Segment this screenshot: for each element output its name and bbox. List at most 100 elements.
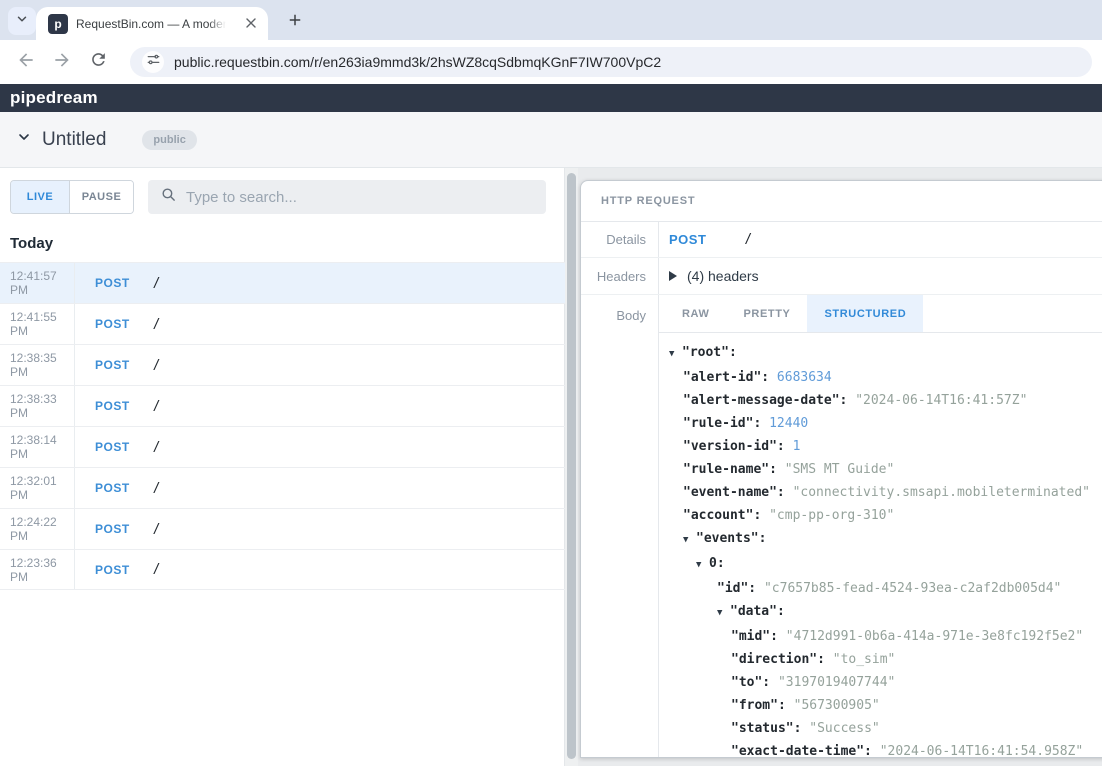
request-method: POST (95, 317, 130, 331)
json-key: "status": (731, 721, 801, 736)
list-scrollbar[interactable] (565, 168, 578, 766)
browser-toolbar: public.requestbin.com/r/en263ia9mmd3k/2h… (0, 40, 1102, 84)
request-time: 12:24:22 PM (0, 509, 75, 549)
back-arrow-icon (16, 50, 36, 75)
request-path: / (153, 399, 161, 414)
collapse-arrow-icon[interactable]: ▼ (669, 343, 682, 366)
request-path: / (153, 276, 161, 291)
bin-title[interactable]: Untitled (42, 129, 106, 151)
json-line: "exact-date-time": "2024-06-14T16:41:54.… (669, 740, 1102, 757)
json-line: "alert-message-date": "2024-06-14T16:41:… (669, 389, 1102, 412)
json-value: 12440 (769, 416, 808, 431)
json-value: "connectivity.smsapi.mobileterminated" (793, 485, 1090, 500)
body-row: Body RAW PRETTY STRUCTURED ▼"root": "aler… (581, 295, 1102, 757)
request-row[interactable]: 12:38:14 PMPOST/ (0, 426, 565, 467)
request-time: 12:23:36 PM (0, 550, 75, 589)
pipedream-logo[interactable]: pipedream (10, 88, 98, 108)
json-key: "rule-id": (683, 416, 761, 431)
json-key: "account": (683, 508, 761, 523)
json-line: "rule-id": 12440 (669, 412, 1102, 435)
json-line: "direction": "to_sim" (669, 648, 1102, 671)
pause-button[interactable]: PAUSE (69, 181, 133, 213)
json-key: "events": (696, 531, 766, 546)
body-label: Body (581, 295, 659, 757)
collapse-arrow-icon[interactable]: ▼ (696, 554, 709, 577)
back-button[interactable] (10, 46, 42, 78)
forward-button[interactable] (46, 46, 78, 78)
search-input[interactable]: Type to search... (148, 180, 546, 214)
json-value: "SMS MT Guide" (785, 462, 895, 477)
browser-tab-strip: p RequestBin.com — A modern re (0, 0, 1102, 40)
json-key: "rule-name": (683, 462, 777, 477)
json-line: ▼"root": (669, 341, 1102, 366)
triangle-right-icon (669, 271, 677, 281)
request-row[interactable]: 12:24:22 PMPOST/ (0, 508, 565, 549)
request-list-panel: LIVE PAUSE Type to search... Today 12:41… (0, 168, 565, 766)
json-value: "2024-06-14T16:41:57Z" (855, 393, 1027, 408)
scrollbar-thumb[interactable] (567, 173, 576, 759)
json-key: "from": (731, 698, 786, 713)
tab-search-button[interactable] (8, 7, 36, 35)
json-line: "from": "567300905" (669, 694, 1102, 717)
headers-row: Headers (4) headers (581, 258, 1102, 295)
request-time: 12:38:35 PM (0, 345, 75, 385)
bin-expand-chevron-icon[interactable] (16, 129, 32, 150)
app-header: pipedream (0, 84, 1102, 112)
request-path: / (153, 522, 161, 537)
json-key: "to": (731, 675, 770, 690)
json-value: "4712d991-0b6a-414a-971e-3e8fc192f5e2" (786, 629, 1083, 644)
details-label: Details (581, 222, 659, 257)
json-key: "mid": (731, 629, 778, 644)
browser-tab[interactable]: p RequestBin.com — A modern re (36, 7, 268, 40)
request-path: / (153, 481, 161, 496)
panel-title: HTTP REQUEST (601, 195, 695, 207)
json-line: "mid": "4712d991-0b6a-414a-971e-3e8fc192… (669, 625, 1102, 648)
request-path: / (153, 358, 161, 373)
json-value: "2024-06-14T16:41:54.958Z" (880, 744, 1084, 757)
request-method: POST (95, 358, 130, 372)
plus-icon (286, 11, 304, 34)
http-request-panel: HTTP REQUEST Details POST / Headers (4) … (580, 180, 1102, 758)
json-value: "c7657b85-fead-4524-93ea-c2af2db005d4" (764, 581, 1061, 596)
collapse-arrow-icon[interactable]: ▼ (683, 529, 696, 552)
request-method: POST (95, 481, 130, 495)
json-line: "account": "cmp-pp-org-310" (669, 504, 1102, 527)
search-icon (160, 186, 177, 208)
tab-close-button[interactable] (242, 15, 260, 33)
request-path: / (153, 562, 161, 577)
tab-structured[interactable]: STRUCTURED (807, 295, 923, 332)
request-time: 12:38:14 PM (0, 427, 75, 467)
json-line: "to": "3197019407744" (669, 671, 1102, 694)
tab-raw[interactable]: RAW (665, 295, 726, 332)
close-icon (246, 15, 256, 33)
request-row[interactable]: 12:41:55 PMPOST/ (0, 303, 565, 344)
headers-expand-toggle[interactable]: (4) headers (669, 258, 759, 294)
live-button[interactable]: LIVE (11, 181, 69, 213)
json-line: "status": "Success" (669, 717, 1102, 740)
tab-pretty[interactable]: PRETTY (726, 295, 807, 332)
json-key: "direction": (731, 652, 825, 667)
json-line: "version-id": 1 (669, 435, 1102, 458)
request-row[interactable]: 12:38:33 PMPOST/ (0, 385, 565, 426)
request-row[interactable]: 12:38:35 PM POST / (0, 344, 565, 385)
json-value: 1 (793, 439, 801, 454)
site-settings-button[interactable] (142, 51, 164, 73)
forward-arrow-icon (52, 50, 72, 75)
new-tab-button[interactable] (282, 9, 308, 35)
json-value: "Success" (809, 721, 879, 736)
request-time: 12:38:33 PM (0, 386, 75, 426)
request-row[interactable]: 12:32:01 PMPOST/ (0, 467, 565, 508)
url-bar[interactable]: public.requestbin.com/r/en263ia9mmd3k/2h… (130, 47, 1092, 77)
main-area: LIVE PAUSE Type to search... Today 12:41… (0, 168, 1102, 766)
bin-subheader: Untitled public (0, 112, 1102, 168)
request-method: POST (95, 276, 130, 290)
json-key: "data": (730, 604, 785, 619)
json-line: ▼"data": (669, 600, 1102, 625)
headers-label: Headers (581, 258, 659, 294)
reload-button[interactable] (82, 46, 114, 78)
search-placeholder: Type to search... (186, 189, 297, 206)
request-row[interactable]: 12:23:36 PMPOST/ (0, 549, 565, 590)
request-row[interactable]: 12:41:57 PMPOST/ (0, 262, 565, 303)
collapse-arrow-icon[interactable]: ▼ (717, 602, 730, 625)
list-section-heading: Today (10, 235, 53, 252)
